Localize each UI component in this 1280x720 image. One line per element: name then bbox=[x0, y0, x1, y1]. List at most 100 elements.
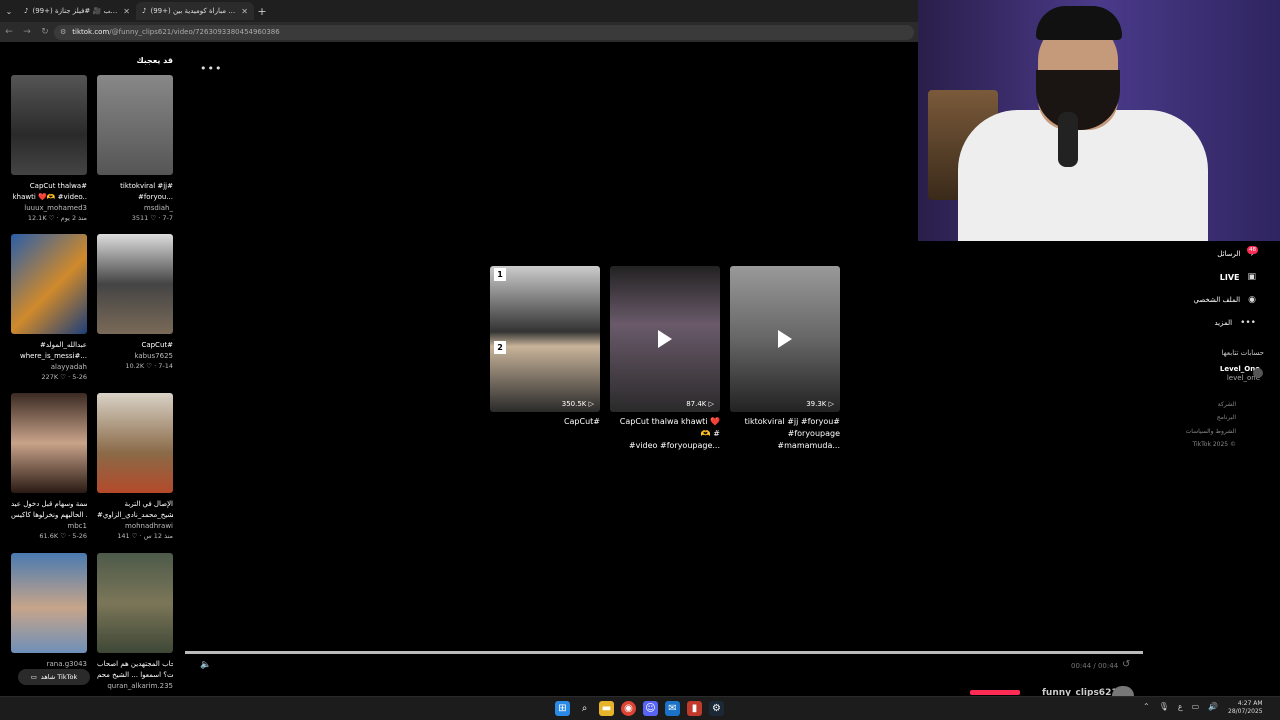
nav-profile[interactable]: الملف الشخصي ◉ bbox=[1193, 295, 1256, 305]
reload-button[interactable]: ↻ bbox=[36, 27, 54, 37]
tab-search-icon[interactable]: ⌄ bbox=[0, 2, 18, 20]
nav-label: LIVE bbox=[1219, 272, 1240, 282]
video-thumbnail[interactable]: 39.3K ▷ bbox=[730, 266, 840, 412]
monitor-icon: ▭ bbox=[30, 673, 37, 681]
video-author[interactable]: alayyadah bbox=[11, 362, 87, 372]
video-thumbnail[interactable] bbox=[97, 75, 173, 175]
recommended-video[interactable]: اسحاب المجتهدين هم اصحاب السبت؟ اسمعوا .… bbox=[97, 553, 173, 691]
microphone-icon[interactable]: 🎙 bbox=[1159, 702, 1169, 711]
video-caption: CapCut# bbox=[563, 417, 600, 426]
clock-date: 28/07/2025 bbox=[1228, 708, 1263, 715]
footer-link[interactable]: الشروط والسياسات bbox=[1186, 428, 1236, 435]
video-thumbnail[interactable] bbox=[11, 553, 87, 653]
video-author[interactable]: mbc1 bbox=[11, 521, 87, 531]
recommended-video[interactable]: الإصال في التربة #الشيخ_محمد_نادي_الزاوي… bbox=[97, 393, 173, 541]
video-author[interactable]: luuux_mohamed3 bbox=[11, 203, 87, 213]
recommended-video[interactable]: rana.g3043 bbox=[11, 553, 87, 669]
site-info-icon[interactable]: ⚙ bbox=[60, 28, 66, 36]
chrome-icon[interactable]: ◉ bbox=[621, 701, 636, 716]
video-thumbnail[interactable]: 87.4K ▷ bbox=[610, 266, 720, 412]
tab-label: (99+) اجمل مباراة كوميدية بين bbox=[150, 7, 238, 15]
browser-tab-1[interactable]: ♪ (99+) هو طلب 🎥 #فيلز جنازة ✕ bbox=[18, 2, 136, 20]
chevron-up-icon[interactable]: ⌃ bbox=[1143, 702, 1150, 711]
grid-video-1[interactable]: 1 2 350.5K ▷ CapCut# bbox=[490, 266, 600, 428]
video-thumbnail[interactable] bbox=[11, 393, 87, 493]
video-caption: #video #foryoupage... bbox=[628, 441, 720, 450]
replay-icon[interactable]: ↺ bbox=[1122, 659, 1130, 670]
video-author[interactable]: rana.g3043 bbox=[11, 659, 87, 669]
video-meta: 227K ♡ · 5-26 bbox=[41, 373, 87, 381]
forward-button[interactable]: → bbox=[18, 27, 36, 37]
video-caption: اسحاب المجتهدين هم اصحاب bbox=[97, 660, 173, 668]
video-thumbnail[interactable] bbox=[97, 234, 173, 334]
file-explorer-icon[interactable]: ▬ bbox=[599, 701, 614, 716]
video-thumbnail[interactable] bbox=[97, 393, 173, 493]
video-author[interactable]: quran_alkarim.235 bbox=[97, 681, 173, 691]
view-count: 39.3K ▷ bbox=[806, 400, 834, 408]
author-avatar[interactable] bbox=[1112, 686, 1134, 696]
video-author[interactable]: msdiah_ bbox=[97, 203, 173, 213]
speaker-icon[interactable]: 🔊 bbox=[1208, 702, 1218, 711]
grid-video-3[interactable]: 39.3K ▷ tiktokviral #jj #foryou# #foryou… bbox=[730, 266, 840, 452]
recommended-video[interactable]: بسمة وسهام قبل دخول عيد الحاليهم ونخرلوه… bbox=[11, 393, 87, 541]
follow-button[interactable] bbox=[970, 690, 1020, 695]
video-thumbnail[interactable]: 1 2 350.5K ▷ bbox=[490, 266, 600, 412]
outlook-icon[interactable]: ✉ bbox=[665, 701, 680, 716]
url-path: /@funny_clips621/video/72630933804549603… bbox=[109, 28, 280, 36]
number-badge: 2 bbox=[494, 341, 506, 354]
close-icon[interactable]: ✕ bbox=[123, 7, 130, 16]
network-icon[interactable]: ▭ bbox=[1192, 702, 1200, 711]
nav-more[interactable]: المزيد ••• bbox=[1214, 318, 1256, 328]
nav-live[interactable]: LIVE ▣ bbox=[1220, 272, 1256, 282]
recommendations-panel: قد يعجبك tiktokviral #jj# #foryou... msd… bbox=[0, 44, 185, 694]
browser-tab-2[interactable]: ♪ (99+) اجمل مباراة كوميدية بين ✕ bbox=[136, 2, 254, 20]
video-progress-bar[interactable] bbox=[185, 651, 1143, 654]
recommended-video[interactable]: #عبدالله_المولد where_is_messi#... alayy… bbox=[11, 234, 87, 382]
video-meta: 3511 ♡ · 7-7 bbox=[131, 214, 173, 222]
video-thumbnail[interactable] bbox=[97, 553, 173, 653]
watch-tiktok-button[interactable]: ▭ شاهد TikTok bbox=[18, 669, 90, 685]
video-author[interactable]: kabus7625 bbox=[97, 351, 173, 361]
more-options-icon[interactable]: ••• bbox=[200, 62, 222, 75]
language-indicator[interactable]: ع bbox=[1178, 702, 1183, 711]
windows-taskbar: ⊞ ⌕ ▬ ◉ ☺ ✉ ▮ ⚙ ⌃ 🎙 ع ▭ 🔊 4:27 AM 28/07/… bbox=[0, 696, 1280, 720]
video-caption: #foryou... bbox=[137, 193, 173, 201]
nav-label: الملف الشخصي bbox=[1193, 296, 1241, 304]
search-icon[interactable]: ⌕ bbox=[577, 701, 592, 716]
video-author[interactable]: mohnadhrawi bbox=[97, 521, 173, 531]
play-icon[interactable] bbox=[658, 330, 672, 348]
footer-link[interactable]: الشركة bbox=[1218, 401, 1236, 408]
volume-icon[interactable]: 🔈 bbox=[200, 660, 211, 670]
recommended-video[interactable]: CapCut# kabus7625 10.2K ♡ · 7-14 bbox=[97, 234, 173, 371]
account-avatar[interactable] bbox=[1253, 368, 1263, 378]
url-input[interactable]: ⚙ tiktok.com/@funny_clips621/video/72630… bbox=[54, 24, 914, 40]
footer-copyright: TikTok 2025 © bbox=[1192, 441, 1237, 448]
tiktok-icon: ♪ bbox=[142, 7, 147, 15]
recommended-video[interactable]: tiktokviral #jj# #foryou... msdiah_ 3511… bbox=[97, 75, 173, 223]
view-count: 350.5K ▷ bbox=[561, 400, 594, 408]
play-icon[interactable] bbox=[778, 330, 792, 348]
back-button[interactable]: ← bbox=[0, 27, 18, 37]
video-thumbnail[interactable] bbox=[11, 234, 87, 334]
clock[interactable]: 4:27 AM 28/07/2025 bbox=[1228, 700, 1263, 716]
video-meta: 61.6K ♡ · 5-26 bbox=[39, 532, 87, 540]
microphone bbox=[1058, 112, 1078, 167]
close-icon[interactable]: ✕ bbox=[241, 7, 248, 16]
windows-start-icon[interactable]: ⊞ bbox=[555, 701, 570, 716]
view-count: 87.4K ▷ bbox=[686, 400, 714, 408]
clock-time: 4:27 AM bbox=[1237, 700, 1263, 707]
steam-icon[interactable]: ⚙ bbox=[709, 701, 724, 716]
video-caption: الحاليهم ونخرلوها كاكيس ... bbox=[11, 511, 87, 519]
following-title: حسابات تتابعها bbox=[1221, 349, 1264, 357]
video-caption: tiktokviral #jj# bbox=[120, 182, 173, 190]
video-thumbnail[interactable] bbox=[11, 75, 87, 175]
new-tab-button[interactable]: + bbox=[254, 5, 270, 18]
app-icon[interactable]: ▮ bbox=[687, 701, 702, 716]
recommended-video[interactable]: CapCut thalwa# khawti ❤️🫶 #video.. luuux… bbox=[11, 75, 87, 223]
video-caption: السبت؟ اسمعوا ... الشيخ محم... bbox=[97, 671, 173, 679]
number-badge: 1 bbox=[494, 268, 506, 281]
footer-link[interactable]: البرنامج bbox=[1217, 414, 1236, 421]
discord-icon[interactable]: ☺ bbox=[643, 701, 658, 716]
messages-badge: 48 bbox=[1247, 246, 1258, 254]
grid-video-2[interactable]: 87.4K ▷ CapCut thalwa khawti ❤️🫶 # #vide… bbox=[610, 266, 720, 452]
